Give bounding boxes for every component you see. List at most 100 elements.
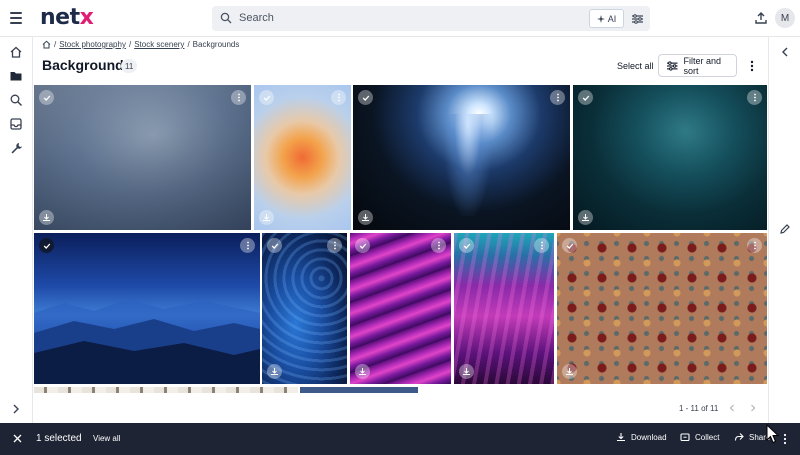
share-icon	[734, 433, 744, 441]
menu-icon[interactable]	[8, 11, 24, 25]
select-all-button[interactable]: Select all	[617, 61, 654, 71]
app-logo[interactable]: netx	[40, 5, 94, 31]
tile-purple-waves[interactable]	[350, 233, 451, 384]
more-vertical-icon	[237, 93, 240, 102]
tile-more-button[interactable]	[327, 238, 342, 253]
more-vertical-icon	[556, 93, 559, 102]
select-checkbox[interactable]	[39, 90, 54, 105]
more-options-icon[interactable]	[781, 432, 789, 446]
select-checkbox[interactable]	[562, 238, 577, 253]
collect-label: Collect	[695, 432, 720, 442]
select-checkbox[interactable]	[39, 238, 54, 253]
select-checkbox[interactable]	[355, 238, 370, 253]
pencil-icon[interactable]	[779, 223, 791, 235]
chevron-left-icon[interactable]	[727, 403, 737, 413]
breadcrumb-current: Backgrounds	[192, 40, 240, 49]
tile-download-button[interactable]	[459, 364, 474, 379]
tile-more-button[interactable]	[240, 238, 255, 253]
ai-label: AI	[607, 13, 617, 24]
select-checkbox[interactable]	[358, 90, 373, 105]
breadcrumb-link-stock-scenery[interactable]: Stock scenery	[134, 40, 184, 49]
left-nav-rail	[0, 37, 33, 423]
more-vertical-icon	[333, 241, 336, 250]
collect-button[interactable]: Collect	[680, 432, 719, 442]
chevron-right-icon[interactable]	[748, 403, 758, 413]
expand-rail-icon[interactable]	[9, 402, 23, 416]
select-checkbox[interactable]	[578, 90, 593, 105]
search-input[interactable]: Search	[239, 12, 274, 24]
tile-partial-blue[interactable]	[300, 387, 418, 393]
tile-underwater-teal[interactable]	[573, 85, 767, 230]
tile-more-button[interactable]	[747, 90, 762, 105]
tile-more-button[interactable]	[747, 238, 762, 253]
tile-more-button[interactable]	[550, 90, 565, 105]
tile-download-button[interactable]	[358, 210, 373, 225]
home-icon[interactable]	[9, 45, 23, 59]
search-icon[interactable]	[9, 93, 23, 107]
tile-teal-magenta-wave[interactable]	[454, 233, 554, 384]
download-icon	[463, 368, 470, 375]
tile-floral-pattern[interactable]	[557, 233, 767, 384]
tile-download-button[interactable]	[259, 210, 274, 225]
tile-orange-blur[interactable]	[254, 85, 351, 230]
selection-action-bar: 1 selected View all Download Collect Sha…	[0, 423, 800, 455]
more-vertical-icon	[246, 241, 249, 250]
download-button[interactable]: Download	[616, 432, 667, 442]
feather-texture	[262, 233, 347, 384]
user-avatar[interactable]: M	[775, 8, 795, 28]
download-icon	[43, 214, 50, 221]
wave-texture	[454, 233, 554, 384]
share-button[interactable]: Share	[734, 432, 770, 442]
check-icon	[271, 243, 278, 249]
tile-download-button[interactable]	[578, 210, 593, 225]
mouse-cursor-icon	[766, 424, 780, 444]
search-icon	[220, 12, 232, 24]
download-icon	[362, 214, 369, 221]
sliders-icon	[667, 60, 678, 71]
tile-download-button[interactable]	[562, 364, 577, 379]
select-checkbox[interactable]	[259, 90, 274, 105]
view-all-link[interactable]: View all	[93, 434, 120, 443]
upload-icon[interactable]	[754, 11, 768, 25]
download-icon	[582, 214, 589, 221]
download-icon	[617, 433, 625, 442]
download-label: Download	[631, 432, 667, 442]
home-icon[interactable]	[42, 40, 51, 49]
breadcrumb-separator: /	[128, 40, 132, 49]
more-vertical-icon	[337, 93, 340, 102]
item-count-badge: 11	[121, 59, 138, 73]
top-bar: netx Search AI M	[0, 0, 800, 37]
wrench-icon[interactable]	[9, 141, 23, 155]
folder-icon[interactable]	[9, 69, 23, 83]
filter-and-sort-button[interactable]: Filter and sort	[658, 54, 737, 77]
check-icon	[43, 95, 50, 101]
more-options-icon[interactable]	[747, 59, 757, 73]
search-bar[interactable]: Search AI	[212, 6, 650, 31]
breadcrumb-link-stock-photography[interactable]: Stock photography	[59, 40, 126, 49]
tile-blue-feathers[interactable]	[262, 233, 347, 384]
breadcrumb-separator: /	[54, 40, 57, 49]
search-filters-button[interactable]	[628, 9, 646, 28]
chevron-left-icon[interactable]	[779, 46, 791, 58]
close-icon[interactable]	[12, 433, 23, 444]
ai-search-button[interactable]: AI	[589, 9, 624, 28]
tile-more-button[interactable]	[331, 90, 346, 105]
tile-cave-light[interactable]	[353, 85, 570, 230]
download-icon	[359, 368, 366, 375]
pagination-label: 1 - 11 of 11	[679, 404, 719, 413]
tile-partial-botanical[interactable]	[34, 387, 298, 393]
inbox-icon[interactable]	[9, 117, 23, 131]
tile-blue-mountains[interactable]	[34, 233, 260, 384]
tile-download-button[interactable]	[39, 210, 54, 225]
tile-download-button[interactable]	[267, 364, 282, 379]
tile-more-button[interactable]	[431, 238, 446, 253]
more-vertical-icon	[437, 241, 440, 250]
tile-stormy-sky[interactable]	[34, 85, 251, 230]
check-icon	[359, 243, 366, 249]
tile-download-button[interactable]	[355, 364, 370, 379]
tile-more-button[interactable]	[231, 90, 246, 105]
selected-count: 1 selected	[36, 433, 82, 444]
tile-more-button[interactable]	[534, 238, 549, 253]
select-checkbox[interactable]	[459, 238, 474, 253]
select-checkbox[interactable]	[267, 238, 282, 253]
